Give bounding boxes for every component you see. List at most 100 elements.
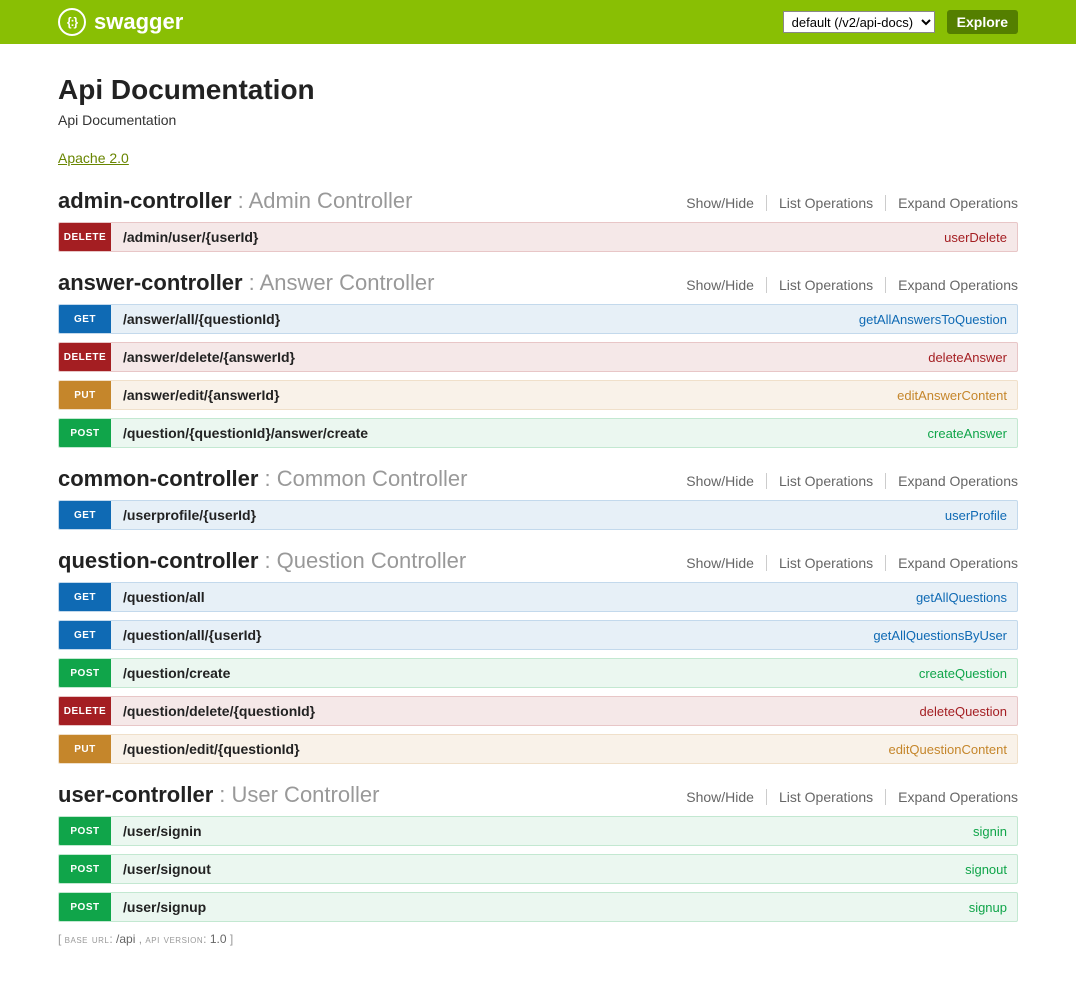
operation-path[interactable]: /question/{questionId}/answer/create [111, 425, 368, 441]
show-hide-link[interactable]: Show/Hide [674, 473, 767, 489]
http-method-badge: post [59, 817, 111, 845]
expand-ops-link[interactable]: Expand Operations [886, 555, 1018, 571]
operation-path[interactable]: /admin/user/{userId} [111, 229, 258, 245]
top-header: {:} swagger default (/v2/api-docs) Explo… [0, 0, 1076, 44]
controller-name[interactable]: question-controller [58, 548, 258, 574]
http-method-badge: post [59, 893, 111, 921]
controller-header: question-controller : Question Controlle… [58, 548, 1018, 574]
http-method-badge: post [59, 659, 111, 687]
operation-row[interactable]: get/question/allgetAllQuestions [58, 582, 1018, 612]
controller-desc: : Admin Controller [238, 188, 413, 214]
operation-summary[interactable]: signup [969, 900, 1017, 915]
list-ops-link[interactable]: List Operations [767, 555, 886, 571]
operation-summary[interactable]: editQuestionContent [888, 742, 1017, 757]
operation-row[interactable]: post/question/create createQuestion [58, 658, 1018, 688]
expand-ops-link[interactable]: Expand Operations [886, 195, 1018, 211]
http-method-badge: get [59, 501, 111, 529]
operation-row[interactable]: post/user/signup signup [58, 892, 1018, 922]
operation-path[interactable]: /user/signin [111, 823, 202, 839]
operation-row[interactable]: delete/question/delete/{questionId}delet… [58, 696, 1018, 726]
operation-row[interactable]: delete/answer/delete/{answerId} deleteAns… [58, 342, 1018, 372]
swagger-logo[interactable]: {:} swagger [58, 8, 183, 36]
operation-summary[interactable]: signout [965, 862, 1017, 877]
http-method-badge: delete [59, 223, 111, 251]
controller-desc: : Question Controller [264, 548, 466, 574]
operation-path[interactable]: /question/edit/{questionId} [111, 741, 300, 757]
operation-path[interactable]: /answer/all/{questionId} [111, 311, 280, 327]
operation-row[interactable]: post/user/signin signin [58, 816, 1018, 846]
operation-row[interactable]: put/question/edit/{questionId} editQuesti… [58, 734, 1018, 764]
swagger-logo-icon: {:} [58, 8, 86, 36]
controller-header: answer-controller : Answer Controller Sho… [58, 270, 1018, 296]
controller-actions: Show/HideList OperationsExpand Operation… [674, 555, 1018, 571]
api-version-value: 1.0 [210, 932, 227, 946]
controller-header: user-controller : User Controller Show/Hi… [58, 782, 1018, 808]
controller-actions: Show/HideList OperationsExpand Operation… [674, 195, 1018, 211]
controller-desc: : User Controller [219, 782, 379, 808]
http-method-badge: put [59, 735, 111, 763]
operation-row[interactable]: get/userprofile/{userId} userProfile [58, 500, 1018, 530]
operation-path[interactable]: /answer/delete/{answerId} [111, 349, 295, 365]
main-content: Api Documentation Api Documentation Apac… [58, 44, 1018, 966]
operation-summary[interactable]: getAllQuestions [916, 590, 1017, 605]
controller-list: admin-controller : Admin Controller Show/… [58, 188, 1018, 922]
operation-summary[interactable]: getAllQuestionsByUser [873, 628, 1017, 643]
page-title: Api Documentation [58, 74, 1018, 106]
controller-desc: : Answer Controller [249, 270, 435, 296]
license-link[interactable]: Apache 2.0 [58, 150, 129, 166]
operation-row[interactable]: post/user/signout signout [58, 854, 1018, 884]
operation-summary[interactable]: createAnswer [928, 426, 1017, 441]
controller-name[interactable]: admin-controller [58, 188, 232, 214]
operation-path[interactable]: /question/create [111, 665, 230, 681]
list-ops-link[interactable]: List Operations [767, 789, 886, 805]
operation-summary[interactable]: deleteAnswer [928, 350, 1017, 365]
api-version-label: api version [145, 932, 203, 946]
controller-actions: Show/HideList OperationsExpand Operation… [674, 789, 1018, 805]
show-hide-link[interactable]: Show/Hide [674, 195, 767, 211]
swagger-logo-text: swagger [94, 9, 183, 35]
list-ops-link[interactable]: List Operations [767, 195, 886, 211]
operation-summary[interactable]: createQuestion [919, 666, 1017, 681]
http-method-badge: delete [59, 343, 111, 371]
controller-header: common-controller : Common Controller Sho… [58, 466, 1018, 492]
controller-name[interactable]: user-controller [58, 782, 213, 808]
explore-button[interactable]: Explore [947, 10, 1018, 34]
operation-summary[interactable]: getAllAnswersToQuestion [859, 312, 1017, 327]
operation-path[interactable]: /answer/edit/{answerId} [111, 387, 279, 403]
operation-path[interactable]: /question/delete/{questionId} [111, 703, 315, 719]
operation-path[interactable]: /question/all/{userId} [111, 627, 261, 643]
http-method-badge: get [59, 621, 111, 649]
http-method-badge: post [59, 855, 111, 883]
api-spec-select[interactable]: default (/v2/api-docs) [783, 11, 935, 33]
controller-desc: : Common Controller [264, 466, 467, 492]
list-ops-link[interactable]: List Operations [767, 277, 886, 293]
operation-row[interactable]: put/answer/edit/{answerId} editAnswerCont… [58, 380, 1018, 410]
show-hide-link[interactable]: Show/Hide [674, 555, 767, 571]
operation-summary[interactable]: userProfile [945, 508, 1017, 523]
show-hide-link[interactable]: Show/Hide [674, 789, 767, 805]
controller-name[interactable]: common-controller [58, 466, 258, 492]
operation-row[interactable]: post/question/{questionId}/answer/create… [58, 418, 1018, 448]
controller-name[interactable]: answer-controller [58, 270, 243, 296]
operation-row[interactable]: delete/admin/user/{userId} userDelete [58, 222, 1018, 252]
controller-actions: Show/HideList OperationsExpand Operation… [674, 473, 1018, 489]
operation-summary[interactable]: editAnswerContent [897, 388, 1017, 403]
operation-path[interactable]: /user/signup [111, 899, 206, 915]
http-method-badge: put [59, 381, 111, 409]
operation-summary[interactable]: userDelete [944, 230, 1017, 245]
footer: [ base url: /api , api version: 1.0 ] [58, 932, 1018, 946]
expand-ops-link[interactable]: Expand Operations [886, 789, 1018, 805]
operation-path[interactable]: /question/all [111, 589, 205, 605]
header-inner: {:} swagger default (/v2/api-docs) Explo… [58, 8, 1018, 36]
expand-ops-link[interactable]: Expand Operations [886, 473, 1018, 489]
operation-row[interactable]: get/answer/all/{questionId} getAllAnswers… [58, 304, 1018, 334]
operation-summary[interactable]: signin [973, 824, 1017, 839]
operation-summary[interactable]: deleteQuestion [920, 704, 1017, 719]
expand-ops-link[interactable]: Expand Operations [886, 277, 1018, 293]
operation-row[interactable]: get/question/all/{userId} getAllQuestions… [58, 620, 1018, 650]
operation-path[interactable]: /user/signout [111, 861, 211, 877]
http-method-badge: get [59, 305, 111, 333]
show-hide-link[interactable]: Show/Hide [674, 277, 767, 293]
operation-path[interactable]: /userprofile/{userId} [111, 507, 256, 523]
list-ops-link[interactable]: List Operations [767, 473, 886, 489]
